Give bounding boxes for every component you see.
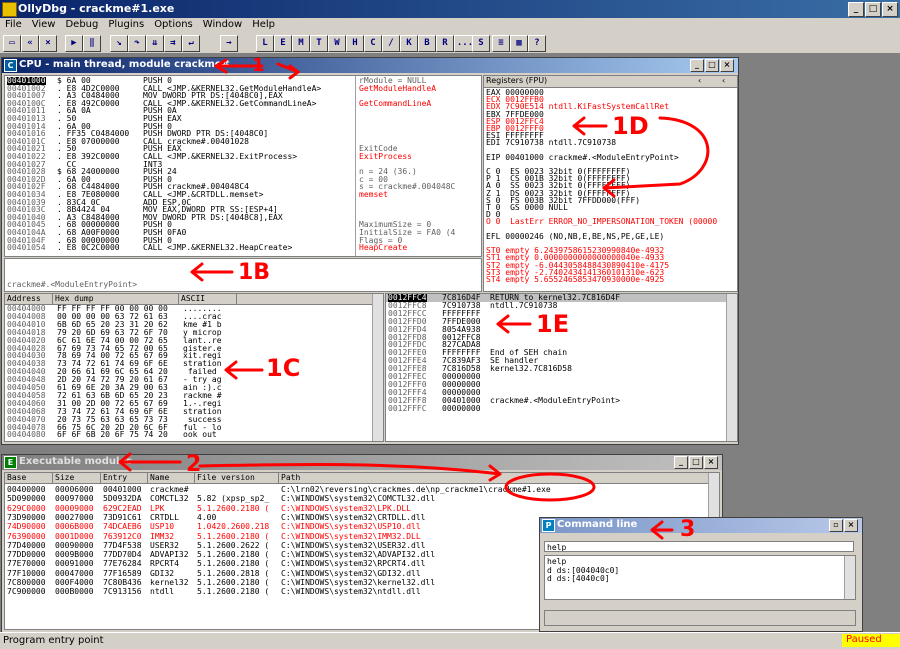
annotation-1b: 1B (238, 260, 271, 285)
annotation-arrows (118, 58, 710, 540)
annotation-1d: 1D (612, 112, 649, 140)
annotation-1c: 1C (266, 354, 301, 382)
annotation-2: 2 (186, 452, 202, 477)
annotation-1e: 1E (536, 310, 570, 338)
annotation-1: 1 (252, 55, 265, 76)
annotation-3: 3 (680, 517, 696, 542)
